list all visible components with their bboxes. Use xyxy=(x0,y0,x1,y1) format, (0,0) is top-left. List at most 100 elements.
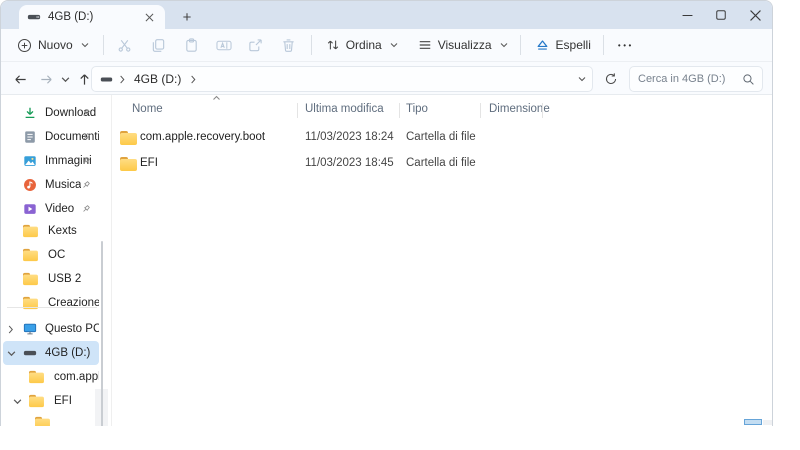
titlebar: 4GB (D:) + xyxy=(1,1,772,29)
search-input[interactable] xyxy=(638,73,736,85)
window-body: Download Documenti Immagini xyxy=(1,95,772,426)
video-icon xyxy=(23,202,37,216)
new-label: Nuovo xyxy=(38,38,73,52)
sidebar-scrollbar[interactable] xyxy=(101,389,103,426)
clipped-text xyxy=(60,426,96,427)
rename-icon[interactable] xyxy=(211,32,237,58)
sidebar-item-clipped[interactable] xyxy=(3,411,99,426)
chevron-down-icon[interactable] xyxy=(13,398,22,405)
refresh-icon[interactable] xyxy=(600,68,622,90)
maximize-button[interactable] xyxy=(704,1,738,29)
copy-icon[interactable] xyxy=(146,32,172,58)
document-icon xyxy=(23,130,37,144)
sidebar-item-oc[interactable]: OC xyxy=(3,243,99,267)
window-controls xyxy=(670,1,772,29)
folder-icon xyxy=(35,417,50,426)
close-button[interactable] xyxy=(738,1,772,29)
sidebar-item-documents[interactable]: Documenti xyxy=(3,125,99,149)
new-plus-icon xyxy=(17,38,32,53)
view-button[interactable]: Visualizza xyxy=(410,32,516,58)
tab-close-icon[interactable] xyxy=(141,9,157,25)
navigation-pane: Download Documenti Immagini xyxy=(1,95,109,426)
tab-4gb-drive[interactable]: 4GB (D:) xyxy=(19,5,165,29)
horizontal-scrollbar-fragment[interactable] xyxy=(744,419,762,425)
sidebar-item-creazione-hackintosh[interactable]: Creazione hacki xyxy=(3,291,99,315)
eject-icon xyxy=(535,38,550,53)
sidebar-item-music[interactable]: Musica xyxy=(3,173,99,197)
column-separator[interactable] xyxy=(542,103,543,118)
command-toolbar: Nuovo Ordina xyxy=(1,29,772,62)
minimize-button[interactable] xyxy=(670,1,704,29)
chevron-down-icon xyxy=(390,42,398,48)
address-row: 4GB (D:) xyxy=(1,62,772,95)
download-icon xyxy=(23,106,37,120)
chevron-right-icon[interactable] xyxy=(7,325,14,334)
breadcrumb-drive[interactable]: 4GB (D:) xyxy=(131,71,184,87)
sort-ascending-icon xyxy=(212,95,221,101)
column-separator[interactable] xyxy=(480,103,481,118)
image-icon xyxy=(23,154,37,168)
chevron-down-icon[interactable] xyxy=(7,350,16,357)
delete-icon[interactable] xyxy=(276,32,302,58)
sidebar-item-4gb-drive[interactable]: 4GB (D:) xyxy=(3,341,99,365)
sidebar-item-videos[interactable]: Video xyxy=(3,197,99,221)
share-icon[interactable] xyxy=(243,32,269,58)
column-header-nome[interactable]: Nome xyxy=(132,103,163,115)
paste-icon[interactable] xyxy=(179,32,205,58)
toolbar-separator xyxy=(103,35,104,55)
view-lines-icon xyxy=(418,38,432,52)
pin-icon xyxy=(81,180,91,190)
search-icon xyxy=(742,73,755,86)
new-tab-button[interactable]: + xyxy=(177,7,197,27)
address-bar[interactable]: 4GB (D:) xyxy=(91,66,593,92)
eject-button[interactable]: Espelli xyxy=(527,32,599,58)
sidebar-divider xyxy=(7,307,97,308)
file-row-efi[interactable]: EFI 11/03/2023 18:45 Cartella di file xyxy=(112,151,762,177)
sidebar-item-com-apple-recovery[interactable]: com.apple.rec xyxy=(3,365,99,389)
column-separator[interactable] xyxy=(399,103,400,118)
computer-icon xyxy=(23,322,37,336)
toolbar-separator xyxy=(603,35,604,55)
new-button[interactable]: Nuovo xyxy=(9,32,97,58)
search-box[interactable] xyxy=(629,66,763,92)
file-row-com-apple-recovery-boot[interactable]: com.apple.recovery.boot 11/03/2023 18:24… xyxy=(112,125,762,151)
column-header-dimensione[interactable]: Dimensione xyxy=(489,103,550,115)
folder-icon xyxy=(29,371,44,383)
eject-label: Espelli xyxy=(556,38,591,52)
breadcrumb-chevron-icon xyxy=(190,75,196,84)
back-icon[interactable] xyxy=(9,68,31,90)
folder-icon xyxy=(23,273,38,285)
toolbar-separator xyxy=(520,35,521,55)
sidebar-item-questo-pc[interactable]: Questo PC xyxy=(3,317,99,341)
column-header-ultima-modifica[interactable]: Ultima modifica xyxy=(305,103,384,115)
sidebar-item-kexts[interactable]: Kexts xyxy=(3,219,99,243)
horizontal-scrollbar-track-fragment xyxy=(763,420,773,425)
pin-icon xyxy=(81,132,91,142)
column-header-row: Nome Ultima modifica Tipo Dimensione xyxy=(112,97,772,123)
forward-icon[interactable] xyxy=(35,68,57,90)
sidebar-item-download[interactable]: Download xyxy=(3,101,99,125)
tab-label: 4GB (D:) xyxy=(48,11,141,23)
sort-button[interactable]: Ordina xyxy=(318,32,406,58)
pin-icon xyxy=(81,204,91,214)
drive-icon xyxy=(27,10,41,24)
folder-icon xyxy=(23,225,38,237)
pin-icon xyxy=(81,108,91,118)
sort-arrows-icon xyxy=(326,38,340,52)
history-chevron-icon[interactable] xyxy=(57,68,73,90)
more-options-button[interactable]: ••• xyxy=(610,41,642,50)
sidebar-item-usb2[interactable]: USB 2 xyxy=(3,267,99,291)
folder-icon xyxy=(120,131,137,145)
view-label: Visualizza xyxy=(438,38,492,52)
column-separator[interactable] xyxy=(297,103,298,118)
folder-icon xyxy=(23,249,38,261)
drive-icon xyxy=(100,73,113,86)
toolbar-separator xyxy=(311,35,312,55)
sidebar-item-efi[interactable]: EFI xyxy=(3,389,99,413)
sidebar-item-pictures[interactable]: Immagini xyxy=(3,149,99,173)
address-dropdown-chevron-icon[interactable] xyxy=(578,76,586,82)
cut-icon[interactable] xyxy=(112,32,138,58)
column-header-tipo[interactable]: Tipo xyxy=(406,103,428,115)
music-icon xyxy=(23,178,37,192)
file-explorer-window: 4GB (D:) + Nuovo xyxy=(0,0,773,426)
